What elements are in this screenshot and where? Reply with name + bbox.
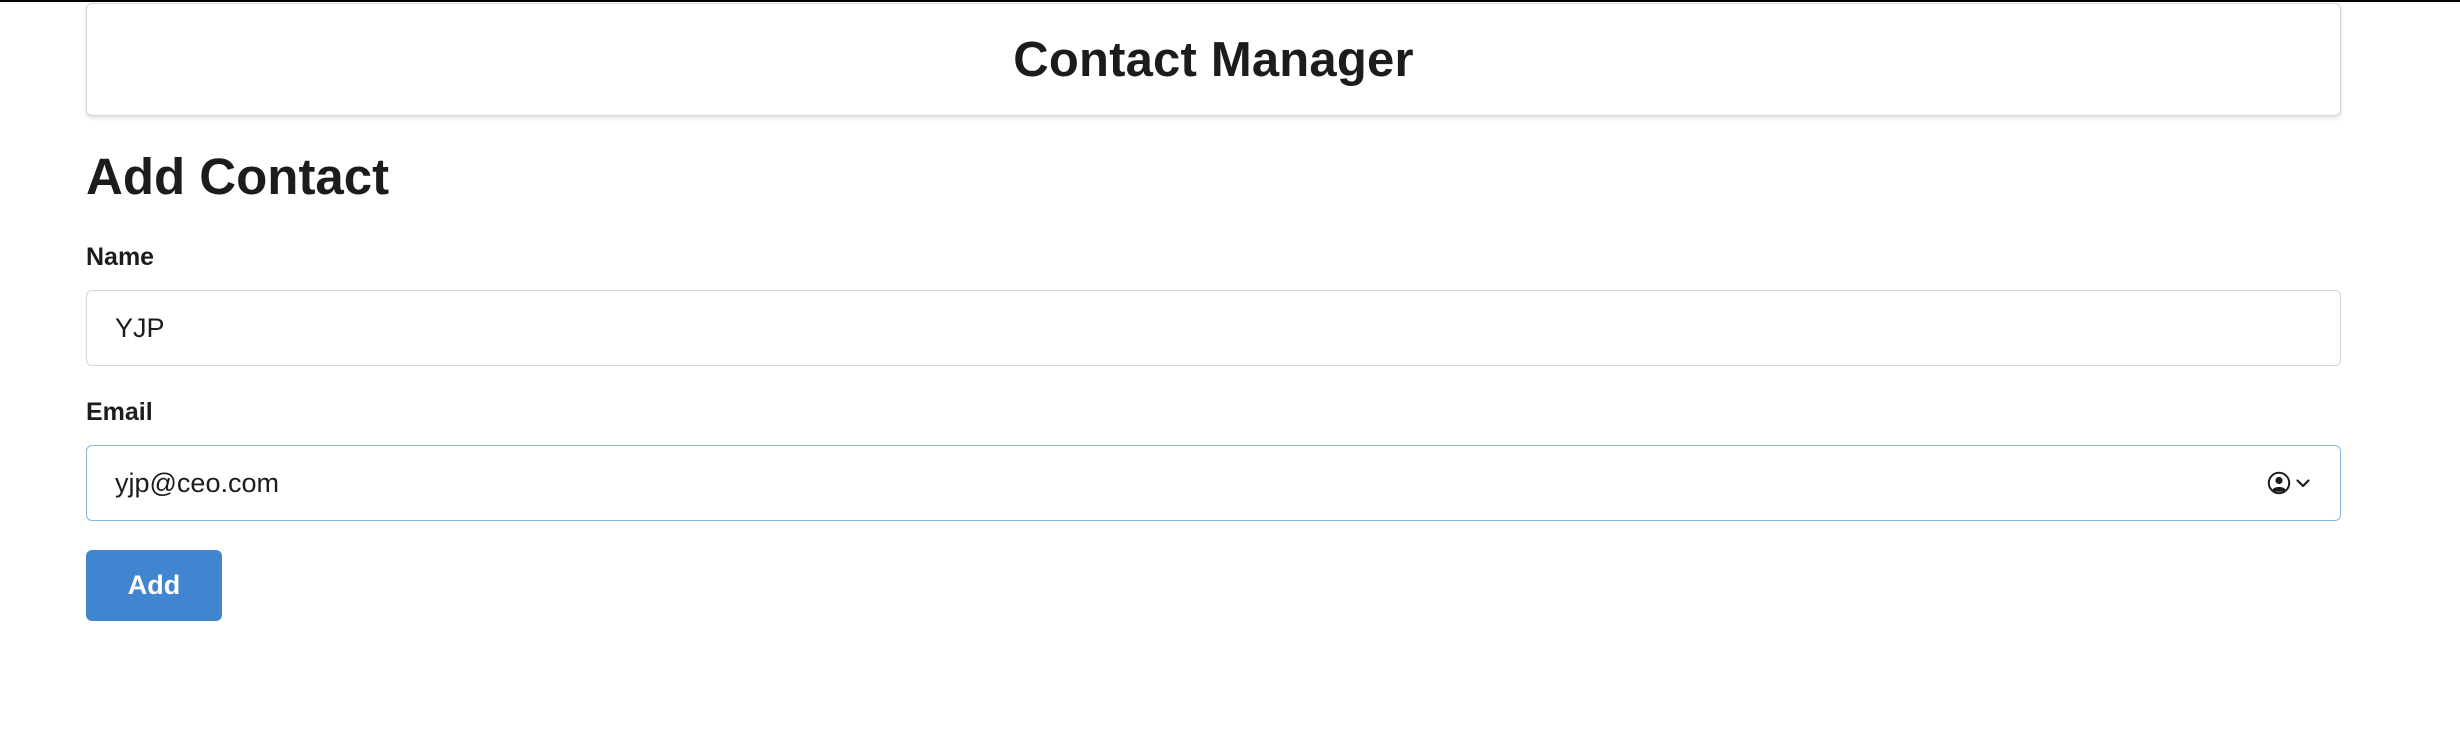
app-header: Contact Manager [86,3,2341,116]
email-label: Email [86,398,153,427]
add-button[interactable]: Add [86,550,222,622]
person-circle-icon [2267,471,2291,495]
contact-manager-app: Contact Manager Add Contact Name Email [86,3,2341,622]
app-title: Contact Manager [1013,32,1414,87]
name-label: Name [86,243,155,272]
name-input[interactable] [86,290,2341,367]
name-input-wrapper [86,290,2341,367]
autofill-contact-button[interactable] [2267,471,2311,495]
email-field: Email [86,398,2341,522]
email-input-wrapper [86,445,2341,522]
chevron-down-icon [2296,479,2310,488]
window-top-border [0,0,2460,2]
name-field: Name [86,243,2341,367]
add-contact-form: Add Contact Name Email [86,148,2341,622]
form-title: Add Contact [86,148,390,205]
email-input[interactable] [86,445,2341,522]
